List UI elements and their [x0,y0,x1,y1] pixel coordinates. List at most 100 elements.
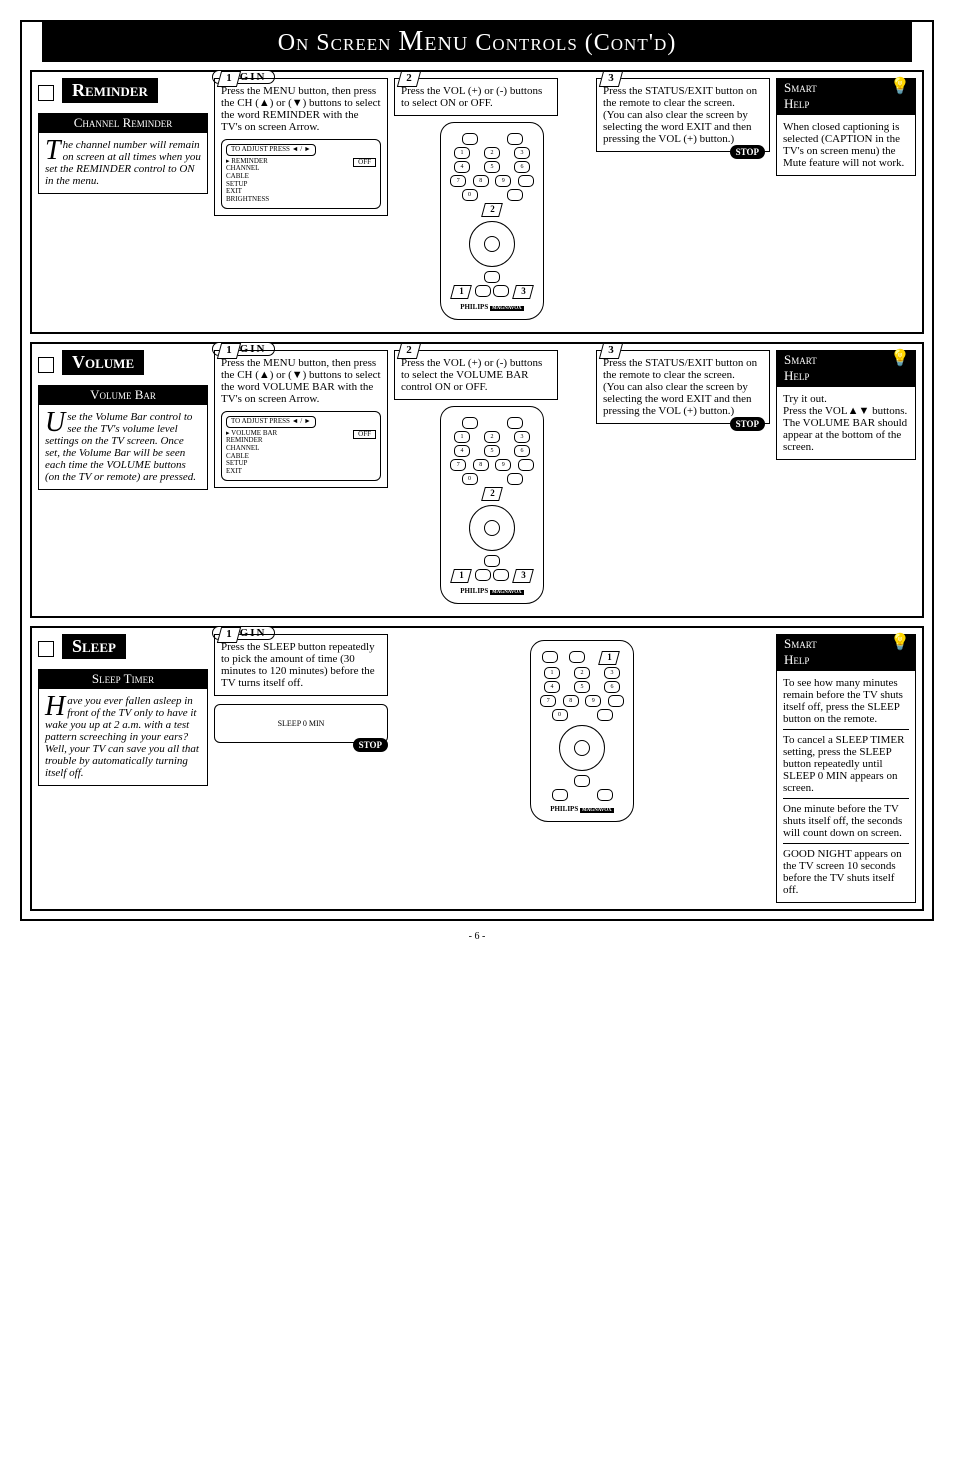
sleep-step1: 1 Press the SLEEP button repeatedly to p… [214,634,388,696]
reminder-osd: TO ADJUST PRESS ◄ / ► REMINDEROFF CHANNE… [221,139,381,209]
reminder-help: Smart Help When closed captioning is sel… [776,78,916,326]
volume-help-box: Try it out. Press the VOL▲▼ buttons. The… [776,386,916,460]
reminder-help-text: When closed captioning is selected (CAPT… [783,121,904,169]
reminder-step3-col: 3 Press the STATUS/EXIT button on the re… [596,78,770,326]
volume-sub: Volume Bar [38,385,208,405]
reminder-steps: BEGIN 1 Press the MENU button, then pres… [208,78,770,326]
stop-badge: STOP [353,738,388,752]
volume-help: Smart Help Try it out. Press the VOL▲▼ b… [776,350,916,610]
volume-step1-col: 1 Press the MENU button, then press the … [214,350,388,610]
remote-illustration: 123 456 789 0 2 1 3 PHILIPS MAGNAVOX [440,406,544,604]
reminder-sub: Channel Reminder [38,113,208,133]
smart-label: Smart Help [776,350,916,386]
volume-dropcap: U [45,411,67,435]
sleep-dropcap: H [45,695,67,719]
volume-label: Volume [62,350,144,375]
osd-item: SETUP [226,460,376,468]
smart-b: Help [784,368,809,383]
sleep-help-box: To see how many minutes remain before th… [776,670,916,903]
volume-intro-text: se the Volume Bar control to see the TV'… [45,411,196,483]
sleep-step1-text: Press the SLEEP button repeatedly to pic… [221,641,375,689]
step-number-icon: 1 [217,343,241,359]
sleep-sub: Sleep Timer [38,669,208,689]
callout-1: 1 [598,651,620,665]
reminder-step2-col: 2 Press the VOL (+) or (-) buttons to se… [394,78,590,326]
page-title: On Screen Menu Controls (Cont'd) [42,22,912,62]
step-number-icon: 3 [599,71,623,87]
smart-b: Help [784,652,809,667]
step-number-icon: 1 [217,627,241,643]
sleep-remote-col: 1 123 456 789 0 PHILIPS MAGNAVOX [394,634,770,903]
volume-step3-text: Press the STATUS/EXIT button on the remo… [603,357,757,417]
reminder-dropcap: T [45,139,63,163]
section-reminder: Reminder Channel Reminder T he channel n… [30,70,924,334]
osd-item: EXIT [226,468,376,476]
smart-label: Smart Help [776,634,916,670]
osd-item: CABLE [226,173,376,181]
osd-hint: TO ADJUST PRESS ◄ / ► [226,144,316,156]
dpad-icon [469,221,515,267]
sleep-left: Sleep Sleep Timer H ave you ever fallen … [38,634,208,903]
volume-step2-col: 2 Press the VOL (+) or (-) buttons to se… [394,350,590,610]
step-number-icon: 1 [217,71,241,87]
osd-item: BRIGHTNESS [226,196,376,204]
section-sleep: Sleep Sleep Timer H ave you ever fallen … [30,626,924,911]
sleep-label: Sleep [62,634,126,659]
smart-a: Smart [784,352,817,367]
step-number-icon: 2 [397,343,421,359]
lightbulb-icon [890,348,912,370]
stop-badge: STOP [730,145,765,159]
osd-hint: TO ADJUST PRESS ◄ / ► [226,416,316,428]
lightbulb-icon [890,76,912,98]
reminder-step1-text: Press the MENU button, then press the CH… [221,85,381,133]
callout-2: 2 [481,203,503,217]
reminder-step3: 3 Press the STATUS/EXIT button on the re… [596,78,770,152]
callout-3: 3 [512,285,534,299]
reminder-step2-text: Press the VOL (+) or (-) buttons to sele… [401,85,542,109]
osd-off: OFF [353,430,376,440]
sleep-help3: One minute before the TV shuts itself of… [783,803,902,839]
callout-1: 1 [450,569,472,583]
volume-intro: U se the Volume Bar control to see the T… [38,405,208,490]
step-number-icon: 3 [599,343,623,359]
reminder-help-box: When closed captioning is selected (CAPT… [776,114,916,176]
reminder-step2: 2 Press the VOL (+) or (-) buttons to se… [394,78,558,116]
reminder-step1-col: 1 Press the MENU button, then press the … [214,78,388,326]
volume-steps: BEGIN 1 Press the MENU button, then pres… [208,350,770,610]
reminder-step1: 1 Press the MENU button, then press the … [214,78,388,216]
volume-help-text: Try it out. Press the VOL▲▼ buttons. The… [783,393,907,453]
remote-subbrand: MAGNAVOX [490,306,524,311]
smart-a: Smart [784,80,817,95]
reminder-intro-text: he channel number will remain on screen … [45,139,201,187]
osd-off: OFF [353,158,376,168]
remote-illustration: 1 123 456 789 0 PHILIPS MAGNAVOX [530,640,634,822]
title-part-c: Controls (Cont'd) [468,30,676,56]
remote-brand: PHILIPS [460,303,488,311]
sleep-intro-text: ave you ever fallen asleep in front of t… [45,695,199,779]
title-part-a: On Screen [278,30,399,56]
remote-illustration: 123 456 789 0 2 1 3 PHILIPS MAGNAVOX [440,122,544,320]
remote-brand: PHILIPS [460,587,488,595]
sleep-help: Smart Help To see how many minutes remai… [776,634,916,903]
remote-subbrand: MAGNAVOX [490,590,524,595]
sleep-osd-text: SLEEP 0 MIN [278,719,325,728]
volume-step1: 1 Press the MENU button, then press the … [214,350,388,488]
volume-step3: 3 Press the STATUS/EXIT button on the re… [596,350,770,424]
sleep-step1-col: 1 Press the SLEEP button repeatedly to p… [214,634,388,903]
callout-1: 1 [450,285,472,299]
volume-left: Volume Volume Bar U se the Volume Bar co… [38,350,208,610]
reminder-step3-text: Press the STATUS/EXIT button on the remo… [603,85,757,145]
remote-subbrand: MAGNAVOX [580,808,614,813]
sleep-help4: GOOD NIGHT appears on the TV screen 10 s… [783,848,902,896]
page-footer: - 6 - [20,931,934,942]
volume-step2-text: Press the VOL (+) or (-) buttons to sele… [401,357,542,393]
volume-osd: TO ADJUST PRESS ◄ / ► VOLUME BAROFF REMI… [221,411,381,481]
lightbulb-icon [890,632,912,654]
dpad-icon [559,725,605,771]
smart-b: Help [784,96,809,111]
section-volume: Volume Volume Bar U se the Volume Bar co… [30,342,924,618]
page-frame: On Screen Menu Controls (Cont'd) Reminde… [20,20,934,921]
callout-3: 3 [512,569,534,583]
volume-step3-col: 3 Press the STATUS/EXIT button on the re… [596,350,770,610]
dpad-icon [469,505,515,551]
